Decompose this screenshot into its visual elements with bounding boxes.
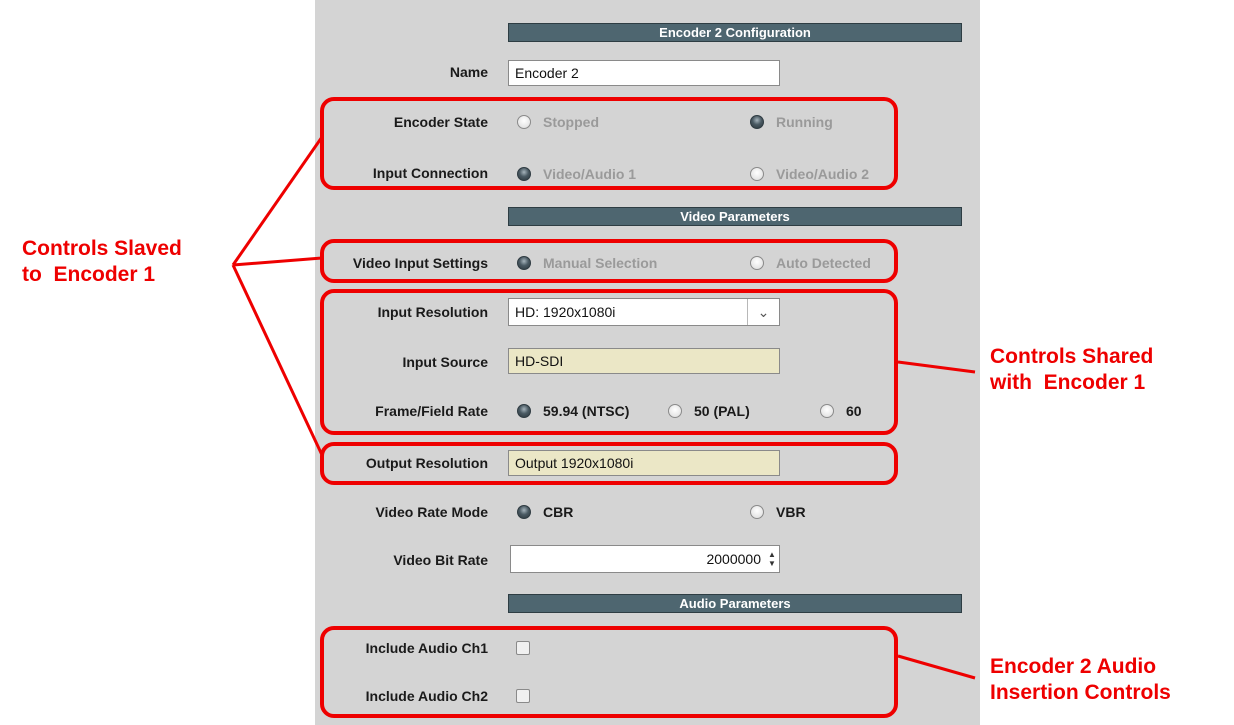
slaved-callout-text: Controls Slaved to Encoder 1 [22, 237, 182, 286]
audio-callout-text: Encoder 2 Audio Insertion Controls [990, 655, 1171, 704]
shared-callout-text: Controls Shared with Encoder 1 [990, 345, 1154, 394]
